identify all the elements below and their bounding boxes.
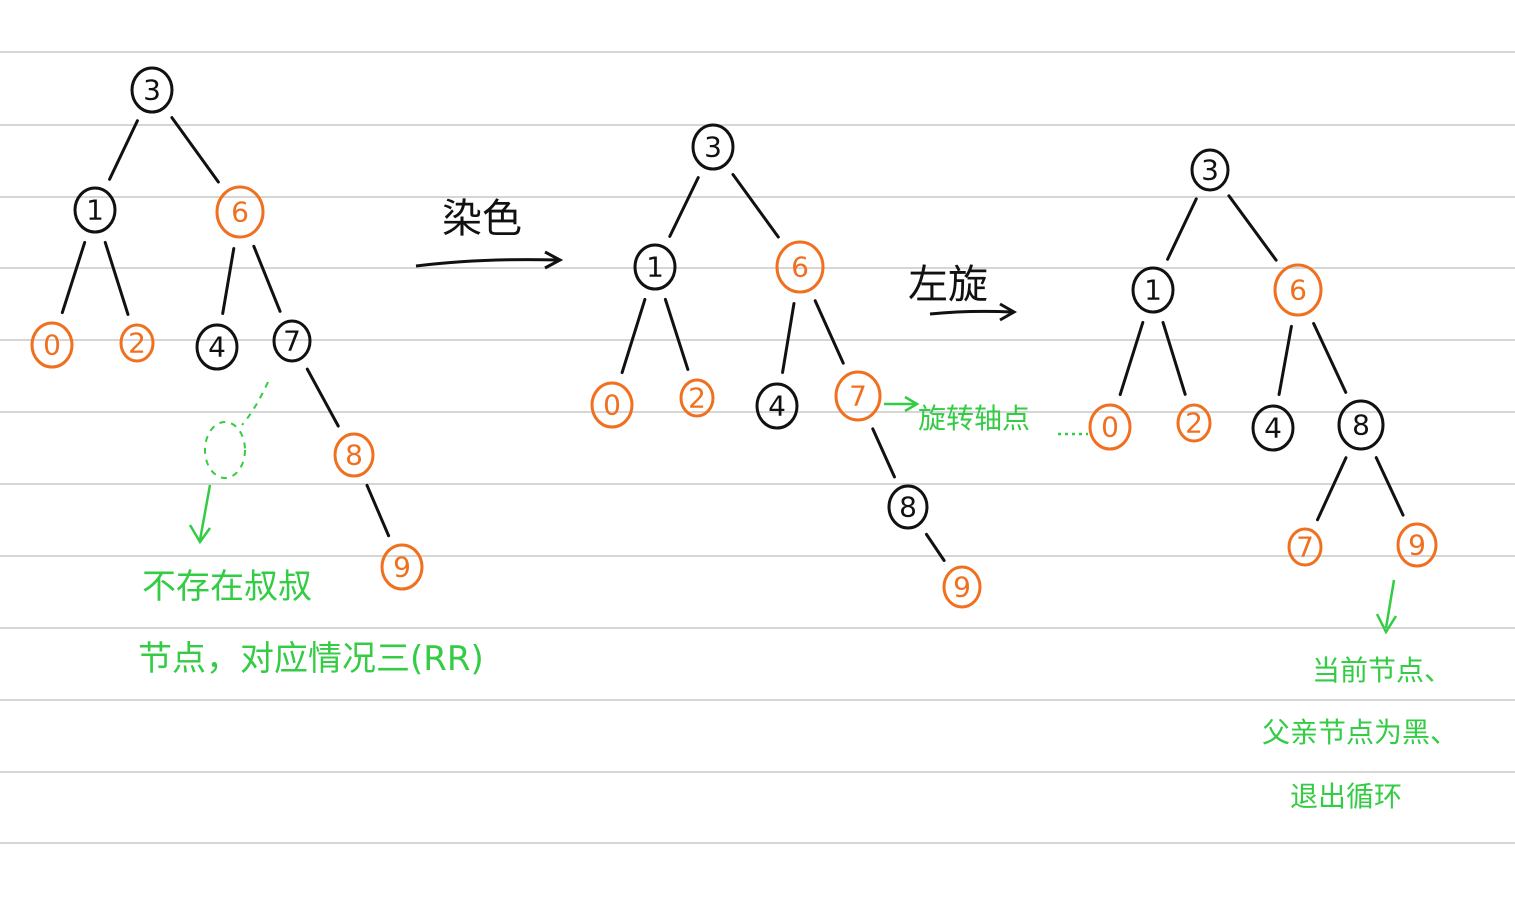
tree-node-3: 3: [130, 66, 174, 114]
tree-node-2: 2: [119, 323, 155, 363]
tree-node-8: 8: [1337, 399, 1385, 451]
node-label: 4: [208, 331, 226, 364]
tree-node-6: 6: [215, 185, 265, 239]
tree-edge: [305, 367, 340, 428]
node-label: 8: [345, 439, 363, 472]
node-label: 9: [1408, 529, 1426, 562]
tree-before: 3 1 6 0 2 4 7 8 9: [30, 66, 424, 591]
tree-edge: [871, 427, 896, 479]
tree-node-4: 4: [1251, 404, 1295, 452]
note-exit-line1: 当前节点、: [1312, 654, 1452, 687]
tree-node-4: 4: [195, 323, 239, 371]
tree-edge: [60, 240, 87, 315]
tree-edge: [1161, 320, 1187, 396]
tree-node-1: 1: [73, 186, 117, 234]
tree-edge: [1166, 197, 1198, 261]
tree-edge: [781, 302, 796, 374]
node-label: 1: [646, 251, 664, 284]
recolor-label: 染色: [442, 196, 522, 242]
node-label: 6: [791, 251, 809, 284]
tree-node-9: 9: [380, 543, 424, 591]
tree-edge: [731, 173, 780, 239]
tree-node-0: 0: [1088, 403, 1132, 451]
tree-node-3: 3: [691, 123, 735, 171]
tree-edge: [1316, 456, 1348, 522]
missing-uncle-edge: [241, 381, 269, 426]
node-label: 2: [1185, 407, 1203, 440]
node-label: 0: [603, 389, 621, 422]
tree-edge: [103, 240, 130, 316]
tree-edge: [252, 244, 282, 313]
tree-node-1: 1: [633, 243, 677, 291]
missing-uncle-node: [204, 421, 246, 479]
tree-edge: [1118, 320, 1145, 397]
tree-edge: [170, 116, 220, 184]
tree-edge: [1277, 324, 1293, 397]
node-label: 6: [1289, 274, 1307, 307]
tree-edge: [108, 119, 139, 181]
tree-node-0: 0: [590, 381, 634, 429]
tree-node-2: 2: [1176, 403, 1212, 443]
tree-node-9: 9: [1396, 522, 1438, 568]
note-exit-line2: 父亲节点为黑、: [1262, 716, 1458, 749]
note-no-uncle-line1: 不存在叔叔: [142, 567, 312, 607]
tree-node-3: 3: [1190, 148, 1230, 192]
tree-node-6: 6: [775, 240, 825, 294]
tree-rotated: 3 1 6 0 2 4 8 7 9: [1088, 148, 1438, 568]
tree-nodes: 3 1 6 0 2 4 7 8 9 3 1 6 0 2 4 7 8 9 3 1 6 0 2 4 8 7 9: [30, 66, 1438, 609]
tree-node-7: 7: [272, 319, 312, 363]
tree-node-0: 0: [30, 321, 74, 369]
tree-node-8: 8: [887, 484, 929, 530]
node-label: 4: [1264, 412, 1282, 445]
tree-edge: [620, 297, 647, 375]
node-label: 1: [86, 194, 104, 227]
node-label: 4: [768, 390, 786, 423]
node-label: 8: [899, 491, 917, 524]
node-label: 3: [1201, 154, 1219, 187]
tree-node-7: 7: [1287, 527, 1323, 567]
node-label: 1: [1144, 274, 1162, 307]
node-label: 7: [1296, 531, 1314, 564]
rotate-left-arrow: [929, 309, 1013, 316]
tree-edge: [813, 299, 845, 365]
tree-edge: [668, 176, 700, 238]
red-black-tree-diagram: 31 60 2 4 78931 60 2 4 78931 60 2 4 87 9 染色 左旋 不存在叔叔 …: [0, 51, 1515, 844]
node-label: 2: [128, 327, 146, 360]
tree-edge: [1312, 322, 1348, 394]
tree-edge: [365, 483, 391, 538]
node-label: 0: [43, 329, 61, 362]
node-label: 7: [849, 380, 867, 413]
tree-edge: [221, 246, 236, 315]
tree-node-1: 1: [1131, 266, 1175, 314]
recolor-arrow: [415, 258, 559, 268]
node-label: 3: [704, 131, 722, 164]
tree-node-6: 6: [1273, 263, 1323, 317]
tree-node-9: 9: [942, 565, 982, 609]
tree-node-2: 2: [679, 378, 715, 418]
rotate-left-label: 左旋: [908, 262, 988, 308]
tree-node-4: 4: [755, 382, 799, 430]
node-label: 7: [283, 325, 301, 358]
tree-edge: [663, 297, 690, 371]
tree-node-7: 7: [834, 370, 882, 422]
note-exit-line3: 退出循环: [1290, 780, 1402, 813]
node-label: 9: [393, 551, 411, 584]
node-label: 9: [953, 571, 971, 604]
node-label: 0: [1101, 411, 1119, 444]
node-label: 2: [688, 382, 706, 415]
tree-edge: [1227, 194, 1278, 262]
note-pivot: 旋转轴点: [918, 402, 1030, 435]
tree-node-8: 8: [333, 432, 375, 478]
node-label: 6: [231, 196, 249, 229]
node-label: 3: [143, 74, 161, 107]
node-label: 8: [1352, 409, 1370, 442]
note-no-uncle-line2: 节点，对应情况三(RR): [138, 639, 484, 679]
tree-edge: [1374, 456, 1405, 517]
